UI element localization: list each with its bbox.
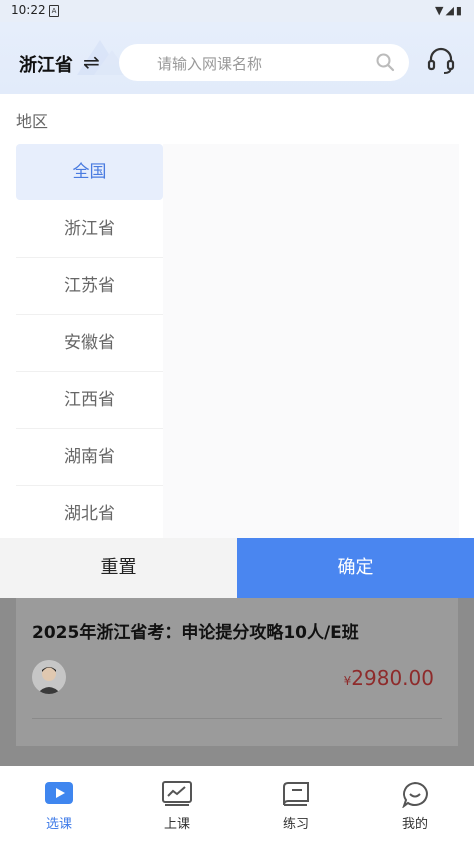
customer-service-icon[interactable] <box>426 46 456 76</box>
chat-icon <box>402 781 428 808</box>
system-icons: ▼◢▮ <box>435 4 464 17</box>
status-time: 10:22 <box>11 3 46 17</box>
course-card[interactable]: 2025年浙江省考：申论提分攻略10人/E班 ¥2980.00 <box>16 598 458 746</box>
province-selector[interactable]: 浙江省 <box>19 51 73 77</box>
course-title: 2025年浙江省考：申论提分攻略10人/E班 <box>32 623 359 643</box>
region-item-jiangxi[interactable]: 江西省 <box>16 372 163 429</box>
region-filter-panel: 地区 全国 浙江省 江苏省 安徽省 江西省 湖南省 湖北省 <box>0 94 474 543</box>
region-item-hubei[interactable]: 湖北省 <box>16 486 163 543</box>
region-item-national[interactable]: 全国 <box>16 144 163 200</box>
region-list: 全国 浙江省 江苏省 安徽省 江西省 湖南省 湖北省 <box>16 144 163 543</box>
search-icon[interactable] <box>375 52 395 72</box>
region-item-jiangsu[interactable]: 江苏省 <box>16 258 163 315</box>
swap-icon[interactable]: ⇌ <box>83 50 100 74</box>
nav-label: 练习 <box>282 817 309 832</box>
nav-label: 选课 <box>45 817 72 832</box>
nav-item-mine[interactable]: 我的 <box>356 766 474 842</box>
nav-item-class[interactable]: 上课 <box>118 766 236 842</box>
notification-icon: A <box>49 5 59 17</box>
nav-label: 我的 <box>401 817 428 832</box>
card-divider <box>32 718 442 719</box>
play-icon <box>45 782 73 804</box>
sub-region-area <box>163 144 459 538</box>
status-bar: 10:22 A ▼◢▮ <box>0 0 474 22</box>
search-bar[interactable]: 请输入网课名称 <box>119 44 409 81</box>
nav-item-select-course[interactable]: 选课 <box>0 766 118 842</box>
course-price: ¥2980.00 <box>343 666 434 690</box>
search-placeholder: 请输入网课名称 <box>157 55 263 73</box>
region-item-anhui[interactable]: 安徽省 <box>16 315 163 372</box>
teacher-avatar <box>32 660 66 694</box>
header: 浙江省 ⇌ 请输入网课名称 <box>0 22 474 94</box>
confirm-button[interactable]: 确定 <box>237 538 474 598</box>
reset-button[interactable]: 重置 <box>0 538 237 598</box>
monitor-icon <box>162 781 192 806</box>
region-title: 地区 <box>16 112 49 131</box>
region-item-zhejiang[interactable]: 浙江省 <box>16 201 163 258</box>
book-icon <box>283 782 309 806</box>
nav-item-practice[interactable]: 练习 <box>237 766 355 842</box>
region-item-hunan[interactable]: 湖南省 <box>16 429 163 486</box>
nav-label: 上课 <box>163 817 190 832</box>
bottom-nav: 选课 上课 练习 我的 <box>0 766 474 842</box>
